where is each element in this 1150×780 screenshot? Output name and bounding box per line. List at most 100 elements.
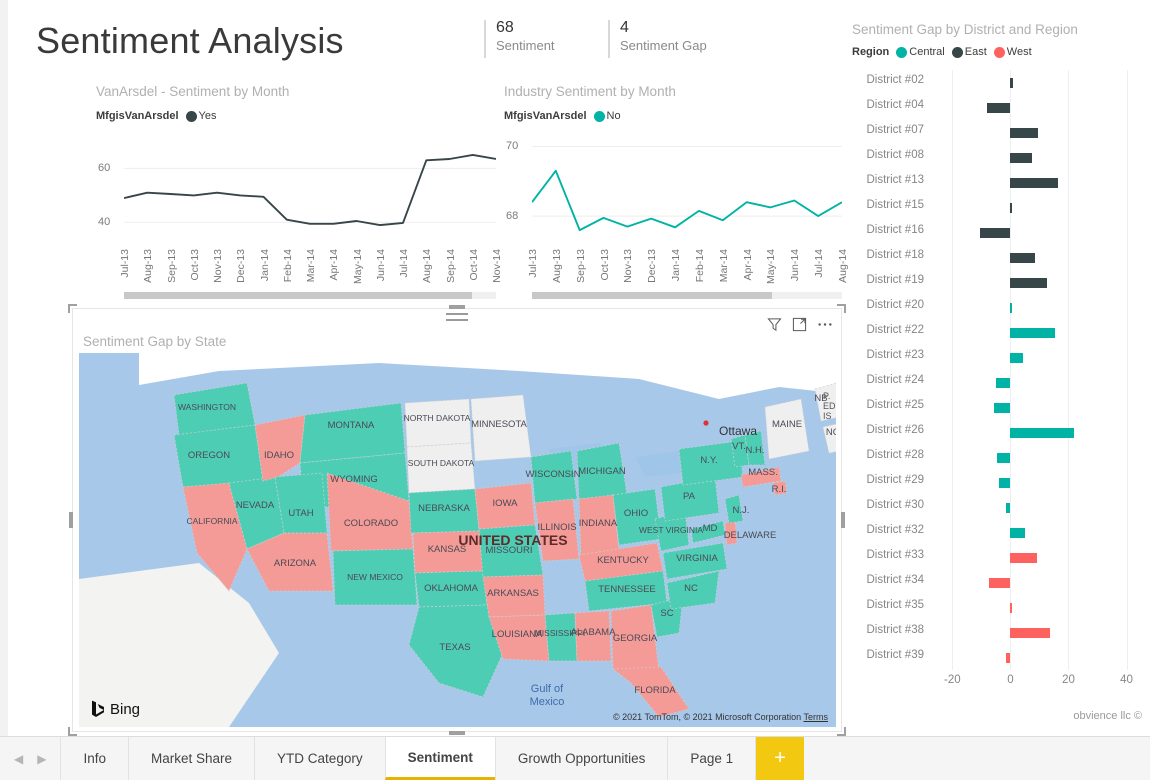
filter-icon[interactable] xyxy=(767,317,782,332)
resize-handle-left[interactable] xyxy=(69,512,73,528)
bar-chart-row[interactable]: District #26 xyxy=(846,420,1150,445)
legend-item-no[interactable]: No xyxy=(594,110,621,122)
bar[interactable] xyxy=(1010,528,1025,538)
bar[interactable] xyxy=(997,453,1010,463)
bar-chart-row[interactable]: District #02 xyxy=(846,70,1150,95)
page-tab-bar[interactable]: ◀ ▶ InfoMarket ShareYTD CategorySentimen… xyxy=(0,736,1150,780)
page-tab-info[interactable]: Info xyxy=(60,737,128,780)
bar[interactable] xyxy=(1010,203,1012,213)
bar[interactable] xyxy=(1010,178,1058,188)
selection-corner-tr[interactable] xyxy=(837,304,846,313)
bar[interactable] xyxy=(999,478,1011,488)
bar[interactable] xyxy=(1010,628,1049,638)
bar-chart-row[interactable]: District #25 xyxy=(846,395,1150,420)
page-tab-sentiment[interactable]: Sentiment xyxy=(385,737,495,780)
x-axis-tick: 20 xyxy=(1062,674,1075,686)
bar-chart-row[interactable]: District #19 xyxy=(846,270,1150,295)
bar[interactable] xyxy=(1006,653,1010,663)
chart-legend[interactable]: MfgisVanArsdel No xyxy=(504,110,621,122)
kpi-card-sentiment[interactable]: 68 Sentiment xyxy=(484,18,555,54)
page-tab-page-1[interactable]: Page 1 xyxy=(667,737,755,780)
bar[interactable] xyxy=(1010,328,1055,338)
chart-legend[interactable]: MfgisVanArsdel Yes xyxy=(96,110,216,122)
map-terms-link[interactable]: Terms xyxy=(804,712,829,722)
page-tab-ytd-category[interactable]: YTD Category xyxy=(254,737,385,780)
focus-mode-icon[interactable] xyxy=(792,317,807,332)
bar-chart-row[interactable]: District #34 xyxy=(846,570,1150,595)
bar[interactable] xyxy=(1010,553,1036,563)
bar-chart-row[interactable]: District #33 xyxy=(846,545,1150,570)
us-map-svg[interactable]: WASHINGTONOREGONCALIFORNIANEVADAIDAHOMON… xyxy=(79,353,836,727)
tab-next-arrow[interactable]: ▶ xyxy=(37,752,46,766)
add-page-button[interactable]: + xyxy=(755,737,804,780)
bar[interactable] xyxy=(1010,353,1023,363)
bar-chart-row[interactable]: District #13 xyxy=(846,170,1150,195)
bar-chart-row[interactable]: District #23 xyxy=(846,345,1150,370)
kpi-card-sentiment-gap[interactable]: 4 Sentiment Gap xyxy=(608,18,707,54)
bar[interactable] xyxy=(1010,128,1038,138)
bar-chart-row[interactable]: District #22 xyxy=(846,320,1150,345)
bar-chart-row[interactable]: District #20 xyxy=(846,295,1150,320)
legend-item-yes[interactable]: Yes xyxy=(186,110,217,122)
legend-item-central[interactable]: Central xyxy=(896,46,944,58)
bar[interactable] xyxy=(987,103,1010,113)
bar[interactable] xyxy=(1010,278,1046,288)
legend-item-east[interactable]: East xyxy=(952,46,987,58)
more-options-icon[interactable] xyxy=(817,317,833,332)
bar[interactable] xyxy=(1010,78,1013,88)
bar[interactable] xyxy=(1006,503,1010,513)
x-axis-tick: Feb-14 xyxy=(694,249,706,282)
legend-item-west[interactable]: West xyxy=(994,46,1032,58)
chart-legend[interactable]: Region Central East West xyxy=(852,46,1032,58)
bar-chart-sentiment-gap-by-district[interactable]: Sentiment Gap by District and Region Reg… xyxy=(846,22,1150,722)
bar-chart-row[interactable]: District #35 xyxy=(846,595,1150,620)
page-tab-market-share[interactable]: Market Share xyxy=(128,737,254,780)
scrollbar-thumb[interactable] xyxy=(532,292,772,299)
resize-handle-top[interactable] xyxy=(449,305,465,309)
bar-chart-row[interactable]: District #30 xyxy=(846,495,1150,520)
bar-chart-row[interactable]: District #18 xyxy=(846,245,1150,270)
svg-text:N.J.: N.J. xyxy=(733,505,750,516)
drag-handle[interactable] xyxy=(446,313,468,325)
selection-corner-tl[interactable] xyxy=(68,304,77,313)
bar-chart-row[interactable]: District #28 xyxy=(846,445,1150,470)
bar-chart-row[interactable]: District #29 xyxy=(846,470,1150,495)
bar[interactable] xyxy=(994,403,1010,413)
bar-chart-row[interactable]: District #15 xyxy=(846,195,1150,220)
bar[interactable] xyxy=(980,228,1010,238)
line-chart-industry-sentiment[interactable]: Industry Sentiment by Month MfgisVanArsd… xyxy=(504,84,844,304)
selection-corner-br[interactable] xyxy=(837,727,846,736)
bar-chart-row[interactable]: District #04 xyxy=(846,95,1150,120)
bar[interactable] xyxy=(996,378,1011,388)
line-chart-vanarsdel-sentiment[interactable]: VanArsdel - Sentiment by Month MfgisVanA… xyxy=(96,84,496,304)
bar-chart-row[interactable]: District #38 xyxy=(846,620,1150,645)
bar-chart-row[interactable]: District #16 xyxy=(846,220,1150,245)
svg-text:NEW MEXICO: NEW MEXICO xyxy=(347,572,403,582)
bar[interactable] xyxy=(1010,303,1012,313)
bar-chart-row[interactable]: District #24 xyxy=(846,370,1150,395)
bar[interactable] xyxy=(989,578,1011,588)
scrollbar-thumb[interactable] xyxy=(124,292,472,299)
map-canvas[interactable]: WASHINGTONOREGONCALIFORNIANEVADAIDAHOMON… xyxy=(79,353,836,727)
bar[interactable] xyxy=(1010,603,1012,613)
resize-handle-bottom[interactable] xyxy=(449,731,465,735)
bar[interactable] xyxy=(1010,153,1032,163)
horizontal-scrollbar[interactable] xyxy=(124,292,496,299)
bar-chart-row[interactable]: District #39 xyxy=(846,645,1150,670)
map-visual-toolbar[interactable] xyxy=(767,317,833,332)
resize-handle-right[interactable] xyxy=(841,512,845,528)
bar[interactable] xyxy=(1010,428,1074,438)
tab-prev-arrow[interactable]: ◀ xyxy=(14,752,23,766)
bar-chart-row[interactable]: District #07 xyxy=(846,120,1150,145)
selection-corner-bl[interactable] xyxy=(68,727,77,736)
bar-track xyxy=(932,120,1150,145)
tab-nav-arrows[interactable]: ◀ ▶ xyxy=(0,737,60,780)
map-visual-sentiment-gap-by-state[interactable]: Sentiment Gap by State WASHINGTONOREGONC… xyxy=(72,308,842,732)
bar-chart-row[interactable]: District #32 xyxy=(846,520,1150,545)
horizontal-scrollbar[interactable] xyxy=(532,292,842,299)
bar-chart-row[interactable]: District #08 xyxy=(846,145,1150,170)
grid-line xyxy=(1068,620,1069,645)
bar[interactable] xyxy=(1010,253,1035,263)
bing-logo[interactable]: Bing xyxy=(91,700,140,719)
page-tab-growth-opportunities[interactable]: Growth Opportunities xyxy=(495,737,668,780)
